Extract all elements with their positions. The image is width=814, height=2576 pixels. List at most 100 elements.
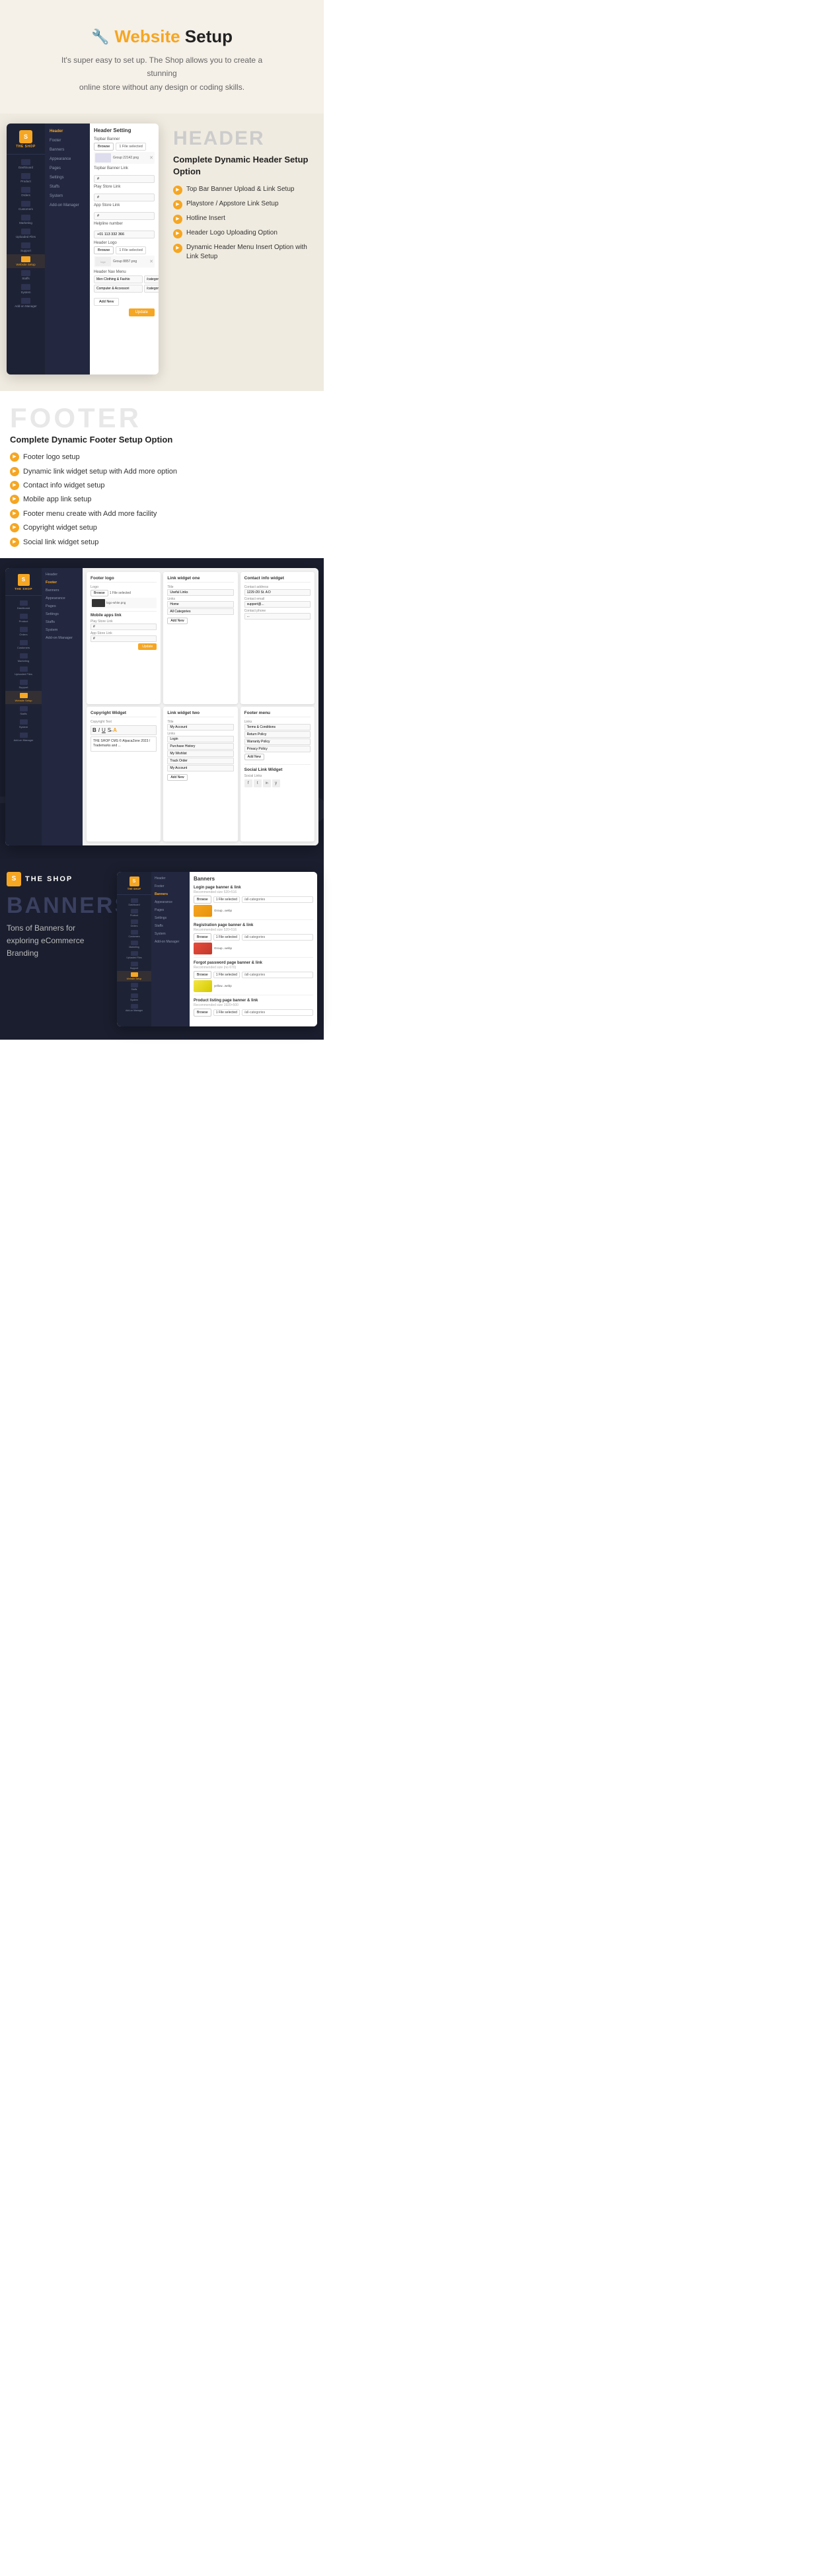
f-nav-addon[interactable]: Add-on Manager [5, 731, 42, 744]
twitter-icon[interactable]: t [254, 779, 262, 787]
f-sub-addon[interactable]: Add-on Manager [42, 634, 83, 642]
f-sub-system[interactable]: System [42, 626, 83, 634]
f-nav-files[interactable]: Uploaded Files [5, 664, 42, 678]
banner-3-browse-btn[interactable]: Browse [194, 971, 211, 979]
b-sub-appearance[interactable]: Appearance [151, 898, 190, 906]
lw2-add-new-btn[interactable]: Add New [167, 774, 187, 781]
b-sub-addon[interactable]: Add-on Manager [151, 938, 190, 946]
f-sub-banners[interactable]: Banners [42, 587, 83, 594]
sub-item-footer[interactable]: Footer [45, 136, 90, 145]
nav-item-orders[interactable]: Orders [7, 185, 45, 199]
nav-item-staffs[interactable]: Staffs [7, 268, 45, 282]
f-sub-footer[interactable]: Footer [42, 579, 83, 587]
sub-item-appearance[interactable]: Appearance [45, 155, 90, 164]
b-nav-orders[interactable]: Orders [117, 918, 151, 929]
close-icon[interactable]: ✕ [149, 155, 153, 161]
app-store-input[interactable] [94, 212, 155, 220]
f-nav-dashboard[interactable]: Dashboard [5, 598, 42, 612]
f-nav-product[interactable]: Product [5, 612, 42, 625]
sub-item-pages[interactable]: Pages [45, 164, 90, 173]
sub-item-addon2[interactable]: Add-on Manager [45, 201, 90, 210]
b-nav-product[interactable]: Product [117, 908, 151, 918]
add-new-menu-button[interactable]: Add New [94, 298, 119, 306]
b-nav-website[interactable]: Website Setup [117, 971, 151, 982]
nav-item-website-setup[interactable]: Website Setup [7, 254, 45, 268]
youtube-icon[interactable]: y [272, 779, 280, 787]
contact-email-input[interactable] [244, 601, 311, 608]
italic-icon[interactable]: I [98, 727, 100, 733]
f-sub-appearance[interactable]: Appearance [42, 594, 83, 602]
sub-item-banners[interactable]: Banners [45, 145, 90, 155]
topbar-link-input[interactable] [94, 175, 155, 183]
browse-logo-button[interactable]: Browse [94, 246, 114, 254]
facebook-icon[interactable]: f [244, 779, 252, 787]
nav-item-support[interactable]: Support [7, 240, 45, 254]
f-sub-header[interactable]: Header [42, 571, 83, 579]
fm-add-new-btn[interactable]: Add New [244, 754, 264, 760]
nav-item-marketing[interactable]: Marketing [7, 213, 45, 227]
browse-banner-button[interactable]: Browse [94, 143, 114, 151]
sub-item-settings[interactable]: Settings [45, 173, 90, 182]
f-sub-settings[interactable]: Settings [42, 610, 83, 618]
helpline-input[interactable] [94, 231, 155, 238]
close-logo-icon[interactable]: ✕ [149, 259, 153, 264]
nav-item-customers[interactable]: Customers [7, 199, 45, 213]
nav-item-product[interactable]: Product [7, 171, 45, 185]
lw2-title-input[interactable] [167, 724, 233, 731]
contact-phone-input[interactable] [244, 613, 311, 620]
f-nav-orders[interactable]: Orders [5, 625, 42, 638]
b-sub-footer[interactable]: Footer [151, 882, 190, 890]
menu-name-2[interactable] [94, 285, 143, 293]
text-color-icon[interactable]: A [113, 727, 117, 733]
b-nav-staffs[interactable]: Staffs [117, 982, 151, 992]
b-sub-settings[interactable]: Settings [151, 914, 190, 922]
nav-item-uploaded[interactable]: Uploaded Files [7, 227, 45, 240]
b-nav-customers[interactable]: Customers [117, 929, 151, 939]
b-sub-staffs[interactable]: Staffs [151, 922, 190, 930]
banner-4-browse-btn[interactable]: Browse [194, 1009, 211, 1017]
nav-item-system[interactable]: System [7, 282, 45, 296]
menu-name-1[interactable] [94, 275, 143, 283]
f-nav-system[interactable]: System [5, 717, 42, 731]
menu-link-1[interactable] [144, 275, 159, 283]
b-sub-header[interactable]: Header [151, 875, 190, 882]
b-sub-pages[interactable]: Pages [151, 906, 190, 914]
menu-link-2[interactable] [144, 285, 159, 293]
footer-admin-panel: S THE SHOP Dashboard Product Orders Cust… [5, 568, 318, 845]
banner-2-browse-btn[interactable]: Browse [194, 933, 211, 941]
f-nav-customers[interactable]: Customers [5, 638, 42, 651]
footer-update-btn[interactable]: Update [138, 643, 157, 650]
f-nav-staffs[interactable]: Staffs [5, 704, 42, 717]
lw1-add-new-btn[interactable]: Add New [167, 618, 187, 624]
b-nav-files[interactable]: Uploaded Files [117, 950, 151, 960]
b-nav-system[interactable]: System [117, 992, 151, 1003]
nav-item-addon[interactable]: Add-on Manager [7, 296, 45, 310]
update-button[interactable]: Update [129, 308, 155, 316]
sub-item-system2[interactable]: System [45, 192, 90, 201]
footer-play-store-input[interactable] [91, 624, 157, 630]
play-store-input[interactable] [94, 194, 155, 201]
b-nav-marketing[interactable]: Marketing [117, 939, 151, 950]
sub-item-header[interactable]: Header [45, 127, 90, 136]
footer-logo-browse-btn[interactable]: Browse [91, 590, 108, 596]
b-nav-addon[interactable]: Add-on Manager [117, 1003, 151, 1013]
sub-item-staffs2[interactable]: Staffs [45, 182, 90, 192]
underline-icon[interactable]: U [102, 727, 106, 733]
nav-item-dashboard[interactable]: Dashboard [7, 157, 45, 171]
footer-app-store-input[interactable] [91, 635, 157, 642]
f-sub-staffs[interactable]: Staffs [42, 618, 83, 626]
contact-address-input[interactable] [244, 589, 311, 596]
f-nav-marketing[interactable]: Marketing [5, 651, 42, 664]
linkedin-icon[interactable]: in [263, 779, 271, 787]
banner-1-browse-btn[interactable]: Browse [194, 896, 211, 904]
b-sub-banners[interactable]: Banners [151, 890, 190, 898]
lw1-title-input[interactable] [167, 589, 233, 596]
b-nav-dashboard[interactable]: Dashboard [117, 897, 151, 908]
bold-icon[interactable]: B [92, 727, 96, 733]
strikethrough-icon[interactable]: S̶ [108, 727, 111, 733]
f-nav-support[interactable]: Support [5, 678, 42, 691]
f-sub-pages[interactable]: Pages [42, 602, 83, 610]
b-nav-support[interactable]: Support [117, 960, 151, 971]
f-nav-website[interactable]: Website Setup [5, 691, 42, 704]
b-sub-system[interactable]: System [151, 930, 190, 938]
